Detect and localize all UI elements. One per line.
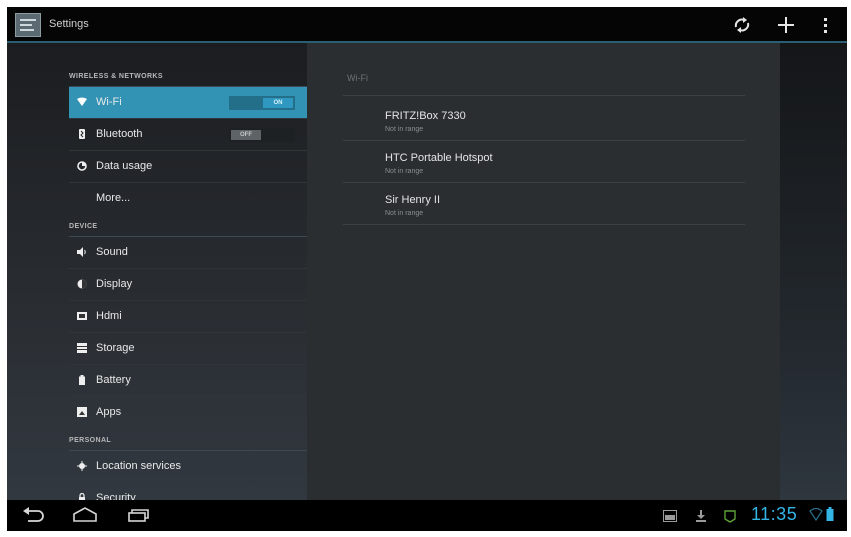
settings-item-more[interactable]: More... bbox=[69, 183, 307, 215]
settings-item-storage[interactable]: Storage bbox=[69, 333, 307, 365]
speaker-icon bbox=[77, 247, 87, 257]
settings-item-label: Location services bbox=[96, 460, 181, 472]
settings-item-security[interactable]: Security bbox=[69, 483, 307, 500]
download-icon[interactable] bbox=[695, 509, 707, 527]
wifi-detail-pane: Wi-Fi FRITZ!Box 7330 Not in range HTC Po… bbox=[307, 43, 780, 500]
settings-item-label: Wi-Fi bbox=[96, 96, 122, 108]
wifi-icon bbox=[77, 97, 87, 107]
wifi-scan-icon[interactable] bbox=[729, 13, 755, 37]
clock[interactable]: 11:35 bbox=[751, 504, 797, 525]
battery-icon bbox=[77, 375, 87, 385]
wifi-toggle[interactable]: ON bbox=[229, 96, 295, 110]
settings-item-hdmi[interactable]: Hdmi bbox=[69, 301, 307, 333]
app-title: Settings bbox=[49, 18, 89, 30]
wifi-panel-header: Wi-Fi bbox=[347, 73, 368, 83]
toggle-state: ON bbox=[263, 98, 293, 108]
settings-item-label: Battery bbox=[96, 374, 131, 386]
action-bar: Settings bbox=[7, 7, 847, 43]
network-status: Not in range bbox=[385, 168, 424, 175]
divider bbox=[343, 95, 745, 96]
settings-item-battery[interactable]: Battery bbox=[69, 365, 307, 397]
settings-item-label: Display bbox=[96, 278, 133, 290]
section-header-wireless: WIRELESS & NETWORKS bbox=[69, 69, 307, 87]
recent-apps-icon[interactable] bbox=[125, 505, 151, 525]
screenshot-icon[interactable] bbox=[663, 509, 677, 527]
toggle-state: OFF bbox=[231, 130, 261, 140]
settings-list[interactable]: WIRELESS & NETWORKS Wi-Fi ON Bluetooth O… bbox=[7, 43, 307, 500]
android-icon[interactable] bbox=[723, 509, 737, 528]
settings-item-bluetooth[interactable]: Bluetooth OFF bbox=[69, 119, 307, 151]
wifi-signal-icon bbox=[809, 507, 823, 526]
hdmi-icon bbox=[77, 311, 87, 321]
overflow-menu-icon[interactable] bbox=[815, 13, 835, 37]
lock-icon bbox=[77, 492, 87, 500]
tablet-screen: Settings WIRELESS & NETWORKS Wi-Fi ON Bl… bbox=[7, 7, 847, 531]
settings-item-label: Sound bbox=[96, 246, 128, 258]
settings-item-label: Bluetooth bbox=[96, 128, 143, 140]
location-icon bbox=[77, 461, 87, 471]
settings-item-apps[interactable]: Apps bbox=[69, 397, 307, 429]
network-name: FRITZ!Box 7330 bbox=[385, 110, 466, 122]
network-item[interactable]: Sir Henry II Not in range bbox=[343, 183, 745, 225]
settings-item-label: Storage bbox=[96, 342, 135, 354]
settings-item-sound[interactable]: Sound bbox=[69, 237, 307, 269]
network-item[interactable]: HTC Portable Hotspot Not in range bbox=[343, 141, 745, 183]
settings-item-data-usage[interactable]: Data usage bbox=[69, 151, 307, 183]
system-navigation-bar: 11:35 bbox=[7, 500, 847, 531]
settings-item-label: Security bbox=[96, 492, 136, 500]
settings-item-label: More... bbox=[96, 192, 131, 204]
settings-item-label: Apps bbox=[96, 406, 122, 418]
network-status: Not in range bbox=[385, 126, 424, 133]
storage-icon bbox=[77, 343, 87, 353]
settings-item-wifi[interactable]: Wi-Fi ON bbox=[69, 87, 307, 119]
settings-app-icon[interactable] bbox=[15, 13, 41, 37]
settings-item-label: Hdmi bbox=[96, 310, 122, 322]
display-icon bbox=[77, 279, 87, 289]
settings-item-display[interactable]: Display bbox=[69, 269, 307, 301]
network-status: Not in range bbox=[385, 210, 424, 217]
section-header-device: DEVICE bbox=[69, 219, 307, 237]
settings-item-label: Data usage bbox=[96, 160, 153, 172]
bluetooth-icon bbox=[77, 129, 87, 139]
network-name: HTC Portable Hotspot bbox=[385, 152, 493, 164]
bluetooth-toggle[interactable]: OFF bbox=[229, 128, 295, 142]
battery-status-icon bbox=[825, 507, 835, 526]
settings-item-location[interactable]: Location services bbox=[69, 451, 307, 483]
data-usage-icon bbox=[77, 161, 87, 171]
network-name: Sir Henry II bbox=[385, 194, 441, 206]
apps-icon bbox=[77, 407, 87, 417]
add-icon[interactable] bbox=[773, 13, 799, 37]
wallpaper-edge bbox=[780, 43, 847, 500]
back-icon[interactable] bbox=[21, 505, 47, 525]
home-icon[interactable] bbox=[71, 505, 99, 525]
network-item[interactable]: FRITZ!Box 7330 Not in range bbox=[343, 99, 745, 141]
section-header-personal: PERSONAL bbox=[69, 433, 307, 451]
